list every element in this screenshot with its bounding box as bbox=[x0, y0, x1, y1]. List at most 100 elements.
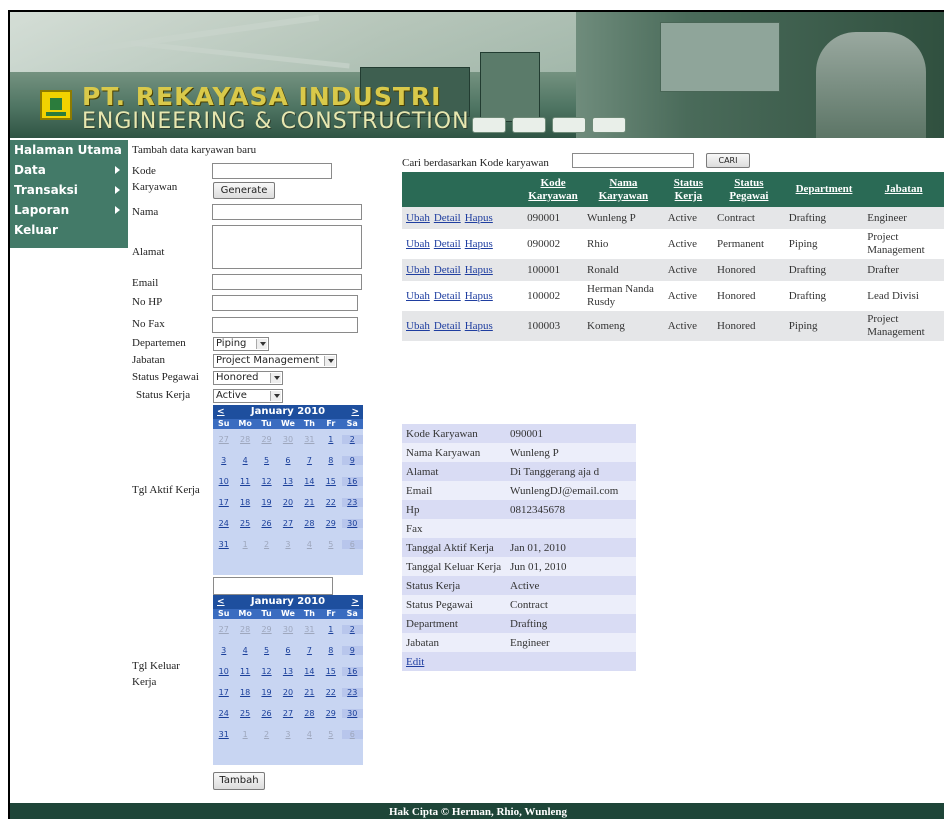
hapus-link[interactable]: Hapus bbox=[465, 290, 493, 302]
calendar-day[interactable]: 21 bbox=[299, 688, 320, 697]
calendar-prev-button[interactable]: < bbox=[217, 595, 225, 609]
tgl-keluar-calendar[interactable]: < January 2010 > Su Mo Tu We Th Fr Sa 27 28 29 30 31 1 2… bbox=[213, 595, 363, 765]
calendar-day[interactable]: 31 bbox=[299, 435, 320, 444]
calendar-day[interactable]: 22 bbox=[320, 688, 341, 697]
ubah-link[interactable]: Ubah bbox=[406, 290, 430, 302]
table-header-department[interactable]: Department bbox=[784, 172, 864, 207]
calendar-day[interactable]: 30 bbox=[341, 709, 363, 718]
calendar-day[interactable]: 28 bbox=[299, 519, 320, 528]
calendar-day[interactable]: 28 bbox=[234, 435, 255, 444]
calendar-day[interactable]: 11 bbox=[234, 477, 255, 486]
calendar-day[interactable]: 27 bbox=[277, 519, 298, 528]
calendar-day[interactable]: 9 bbox=[341, 456, 363, 465]
status-pegawai-select[interactable]: Honored bbox=[213, 371, 283, 385]
calendar-day[interactable]: 20 bbox=[277, 688, 298, 697]
hapus-link[interactable]: Hapus bbox=[465, 320, 493, 332]
calendar-day[interactable]: 4 bbox=[299, 730, 320, 739]
detail-link[interactable]: Detail bbox=[434, 264, 461, 276]
edit-link[interactable]: Edit bbox=[406, 656, 424, 668]
jabatan-select[interactable]: Project Management bbox=[213, 354, 337, 368]
calendar-day[interactable]: 21 bbox=[299, 498, 320, 507]
calendar-day[interactable]: 5 bbox=[256, 456, 277, 465]
calendar-day[interactable]: 14 bbox=[299, 667, 320, 676]
calendar-day[interactable]: 17 bbox=[213, 498, 234, 507]
calendar-day[interactable]: 24 bbox=[213, 709, 234, 718]
calendar-day[interactable]: 15 bbox=[320, 477, 341, 486]
calendar-day[interactable]: 8 bbox=[320, 646, 341, 655]
calendar-day[interactable]: 16 bbox=[341, 477, 363, 486]
calendar-day[interactable]: 31 bbox=[299, 625, 320, 634]
search-button[interactable]: CARI bbox=[706, 153, 750, 168]
calendar-day[interactable]: 25 bbox=[234, 519, 255, 528]
calendar-day[interactable]: 18 bbox=[234, 688, 255, 697]
calendar-day[interactable]: 29 bbox=[256, 435, 277, 444]
calendar-day[interactable]: 6 bbox=[341, 540, 363, 549]
calendar-day[interactable]: 13 bbox=[277, 477, 298, 486]
calendar-day[interactable]: 1 bbox=[234, 540, 255, 549]
table-header-status-kerja[interactable]: Status Kerja bbox=[663, 172, 714, 207]
calendar-day[interactable]: 6 bbox=[277, 646, 298, 655]
calendar-day[interactable]: 29 bbox=[320, 709, 341, 718]
calendar-day[interactable]: 2 bbox=[341, 625, 363, 634]
sidebar-item-laporan[interactable]: Laporan bbox=[10, 200, 128, 220]
calendar-prev-button[interactable]: < bbox=[217, 405, 225, 419]
detail-link[interactable]: Detail bbox=[434, 238, 461, 250]
calendar-day[interactable]: 26 bbox=[256, 519, 277, 528]
calendar-day[interactable]: 12 bbox=[256, 477, 277, 486]
tgl-aktif-input[interactable] bbox=[213, 577, 333, 595]
calendar-day[interactable]: 3 bbox=[213, 646, 234, 655]
calendar-day[interactable]: 11 bbox=[234, 667, 255, 676]
calendar-day[interactable]: 26 bbox=[256, 709, 277, 718]
calendar-day[interactable]: 7 bbox=[299, 646, 320, 655]
calendar-day[interactable]: 13 bbox=[277, 667, 298, 676]
calendar-day[interactable]: 28 bbox=[234, 625, 255, 634]
calendar-day[interactable]: 5 bbox=[320, 540, 341, 549]
calendar-day[interactable]: 27 bbox=[213, 435, 234, 444]
calendar-day[interactable]: 25 bbox=[234, 709, 255, 718]
calendar-day[interactable]: 19 bbox=[256, 498, 277, 507]
calendar-day[interactable]: 2 bbox=[341, 435, 363, 444]
hapus-link[interactable]: Hapus bbox=[465, 212, 493, 224]
calendar-day[interactable]: 17 bbox=[213, 688, 234, 697]
ubah-link[interactable]: Ubah bbox=[406, 238, 430, 250]
calendar-day[interactable]: 20 bbox=[277, 498, 298, 507]
calendar-day[interactable]: 31 bbox=[213, 540, 234, 549]
status-kerja-select[interactable]: Active bbox=[213, 389, 283, 403]
calendar-day[interactable]: 30 bbox=[277, 435, 298, 444]
calendar-day[interactable]: 27 bbox=[277, 709, 298, 718]
sidebar-item-data[interactable]: Data bbox=[10, 160, 128, 180]
sidebar-item-transaksi[interactable]: Transaksi bbox=[10, 180, 128, 200]
sidebar-item-halaman-utama[interactable]: Halaman Utama bbox=[10, 140, 128, 160]
calendar-day[interactable]: 6 bbox=[341, 730, 363, 739]
calendar-day[interactable]: 3 bbox=[277, 540, 298, 549]
calendar-day[interactable]: 2 bbox=[256, 540, 277, 549]
calendar-day[interactable]: 28 bbox=[299, 709, 320, 718]
calendar-day[interactable]: 3 bbox=[213, 456, 234, 465]
alamat-textarea[interactable] bbox=[212, 225, 362, 269]
tgl-aktif-calendar[interactable]: < January 2010 > Su Mo Tu We Th Fr Sa 27 28 29 30 31 1 2… bbox=[213, 405, 363, 575]
calendar-day[interactable]: 5 bbox=[256, 646, 277, 655]
table-header-jabatan[interactable]: Jabatan bbox=[863, 172, 944, 207]
detail-link[interactable]: Detail bbox=[434, 290, 461, 302]
ubah-link[interactable]: Ubah bbox=[406, 320, 430, 332]
calendar-day[interactable]: 1 bbox=[234, 730, 255, 739]
tambah-button[interactable]: Tambah bbox=[213, 772, 265, 790]
calendar-day[interactable]: 2 bbox=[256, 730, 277, 739]
table-header-nama[interactable]: Nama Karyawan bbox=[583, 172, 664, 207]
table-header-kode[interactable]: Kode Karyawan bbox=[523, 172, 584, 207]
calendar-day[interactable]: 23 bbox=[341, 688, 363, 697]
nama-input[interactable] bbox=[212, 204, 362, 220]
email-input[interactable] bbox=[212, 274, 362, 290]
calendar-day[interactable]: 10 bbox=[213, 667, 234, 676]
calendar-day[interactable]: 31 bbox=[213, 730, 234, 739]
calendar-next-button[interactable]: > bbox=[351, 405, 359, 419]
calendar-day[interactable]: 4 bbox=[299, 540, 320, 549]
calendar-day[interactable]: 30 bbox=[277, 625, 298, 634]
calendar-day[interactable]: 29 bbox=[256, 625, 277, 634]
calendar-day[interactable]: 29 bbox=[320, 519, 341, 528]
no-fax-input[interactable] bbox=[212, 317, 358, 333]
calendar-day[interactable]: 15 bbox=[320, 667, 341, 676]
departemen-select[interactable]: Piping bbox=[213, 337, 269, 351]
calendar-day[interactable]: 5 bbox=[320, 730, 341, 739]
hapus-link[interactable]: Hapus bbox=[465, 238, 493, 250]
